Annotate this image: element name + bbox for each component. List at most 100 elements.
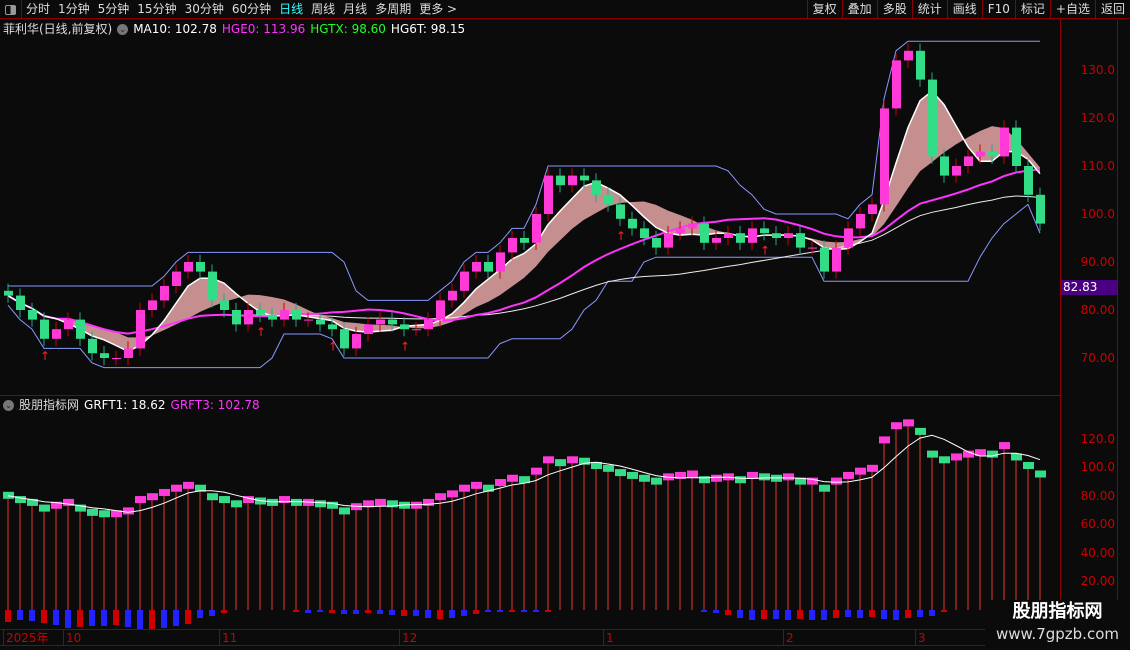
- candle: [556, 175, 565, 186]
- candle: [868, 204, 877, 214]
- histogram-bar: [809, 610, 815, 620]
- histogram-bar: [41, 610, 47, 623]
- candle: [736, 233, 745, 243]
- histogram-bar: [365, 610, 371, 613]
- candle: [172, 271, 181, 286]
- histogram-bar: [437, 610, 443, 619]
- indicator-block: [99, 510, 110, 518]
- histogram-bar: [881, 610, 887, 619]
- candle: [772, 233, 781, 238]
- price-axis: 130.0 120.0 110.0 100.0 90.00 80.00 70.00 120.0…: [1060, 20, 1118, 630]
- candle: [412, 329, 421, 331]
- indicator-tick-label: 20.00: [1080, 574, 1115, 588]
- indicator-block: [267, 498, 278, 506]
- histogram-bar: [761, 610, 767, 619]
- histogram-bar: [749, 610, 755, 620]
- buy-arrow-icon: ↑: [328, 339, 338, 353]
- candle: [508, 238, 517, 253]
- indicator-block: [603, 464, 614, 472]
- histogram-bar: [941, 610, 947, 612]
- candle: [928, 79, 937, 157]
- histogram-bar: [161, 610, 167, 628]
- histogram-bar: [293, 610, 299, 612]
- current-price-badge: 82.83: [1061, 280, 1117, 295]
- candle: [76, 319, 85, 339]
- indicator-block: [555, 459, 566, 467]
- candle: [640, 228, 649, 238]
- indicator-block: [855, 467, 866, 475]
- indicator-block: [687, 470, 698, 478]
- indicator-block: [831, 477, 842, 485]
- candle: [784, 233, 793, 238]
- candle: [1000, 127, 1009, 157]
- indicator-tick-label: 120.0: [1080, 432, 1115, 446]
- histogram-bar: [713, 610, 719, 613]
- price-tick-label: 70.00: [1080, 351, 1115, 365]
- indicator-block: [219, 496, 230, 504]
- candle: [964, 156, 973, 166]
- indicator-block: [951, 453, 962, 461]
- histogram-bar: [53, 610, 59, 625]
- candle: [148, 300, 157, 310]
- date-label: 2025年: [3, 630, 49, 646]
- indicator-block: [651, 477, 662, 485]
- date-label: 3: [915, 630, 926, 646]
- candle: [616, 204, 625, 219]
- candle: [544, 175, 553, 214]
- candle: [520, 238, 529, 243]
- candle: [724, 233, 733, 238]
- indicator-block: [39, 504, 50, 512]
- candle: [364, 324, 373, 334]
- histogram-bar: [473, 610, 479, 614]
- candle: [592, 180, 601, 195]
- histogram-bar: [149, 610, 155, 630]
- candle: [388, 319, 397, 325]
- candle: [328, 324, 337, 330]
- indicator-block: [987, 450, 998, 458]
- price-tick-label: 110.0: [1080, 159, 1115, 173]
- candle: [796, 233, 805, 248]
- price-tick-label: 120.0: [1080, 111, 1115, 125]
- price-tick-label: 80.00: [1080, 303, 1115, 317]
- candle: [844, 228, 853, 248]
- candle: [376, 319, 385, 325]
- candle: [880, 108, 889, 205]
- histogram-bar: [173, 610, 179, 626]
- histogram-bar: [449, 610, 455, 618]
- histogram-bar: [833, 610, 839, 618]
- candle: [808, 247, 817, 249]
- toolbar-button[interactable]: 返回: [1094, 0, 1130, 19]
- candle: [88, 338, 97, 354]
- indicator-block: [87, 508, 98, 516]
- kline-chart[interactable]: ↑ ↑ ↑ ↑ ↑ ↑: [0, 0, 1060, 630]
- candle: [340, 329, 349, 349]
- candle: [136, 310, 145, 349]
- indicator-block: [639, 474, 650, 482]
- histogram-bar: [425, 610, 431, 618]
- histogram-bar: [377, 610, 383, 614]
- candle: [292, 310, 301, 320]
- indicator-block: [411, 501, 422, 509]
- watermark: 股朋指标网 www.7gpzb.com: [985, 600, 1130, 650]
- histogram-bar: [113, 610, 119, 625]
- buy-arrow-icon: ↑: [616, 229, 626, 243]
- histogram-bar: [29, 610, 35, 621]
- indicator-block: [339, 507, 350, 515]
- candle: [820, 247, 829, 272]
- histogram-bar: [353, 610, 359, 614]
- candle: [460, 271, 469, 291]
- indicator-block: [903, 419, 914, 427]
- candle: [1036, 194, 1045, 224]
- candle: [892, 60, 901, 109]
- candle: [448, 290, 457, 301]
- candle: [688, 223, 697, 229]
- candle: [976, 151, 985, 157]
- histogram-bar: [821, 610, 827, 620]
- histogram-bar: [401, 610, 407, 616]
- candle: [652, 238, 661, 248]
- candle: [196, 262, 205, 272]
- histogram-bar: [773, 610, 779, 619]
- indicator-block: [459, 484, 470, 492]
- histogram-bar: [17, 610, 23, 620]
- candle: [580, 175, 589, 181]
